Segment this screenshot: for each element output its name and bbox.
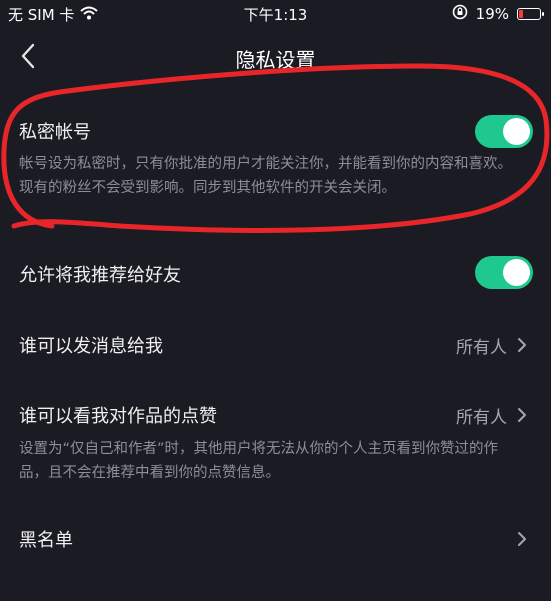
private-account-toggle[interactable]: [475, 115, 533, 148]
who-can-see-likes-value: 所有人: [456, 408, 507, 428]
recommend-to-friends-row: 允许将我推荐给好友: [0, 252, 551, 296]
chevron-right-icon: [515, 530, 529, 548]
status-bar: 无 SIM 卡 下午1:13 19%: [0, 0, 551, 28]
who-can-see-likes-row[interactable]: 谁可以看我对作品的点赞 所有人 设置为“仅自己和作者”时，其他用户将无法从你的个…: [0, 392, 551, 492]
blacklist-row[interactable]: 黑名单: [0, 516, 551, 562]
toggle-knob: [503, 259, 530, 286]
who-can-message-row[interactable]: 谁可以发消息给我 所有人: [0, 322, 551, 368]
blacklist-title: 黑名单: [19, 530, 73, 551]
privacy-settings-screen: 无 SIM 卡 下午1:13 19% 隐私设置 私密帐号 帐号设为私密时，只有你…: [0, 0, 551, 601]
chevron-right-icon: [515, 406, 529, 424]
battery-level-fill: [519, 10, 523, 18]
recommend-to-friends-title: 允许将我推荐给好友: [19, 265, 181, 286]
private-account-row: 私密帐号 帐号设为私密时，只有你批准的用户才能关注你，并能看到你的内容和喜欢。现…: [0, 108, 551, 228]
who-can-see-likes-description: 设置为“仅自己和作者”时，其他用户将无法从你的个人主页看到你赞过的作品，且不会在…: [19, 441, 499, 481]
recommend-to-friends-toggle[interactable]: [475, 256, 533, 289]
battery-percent: 19%: [475, 5, 509, 23]
who-can-message-title: 谁可以发消息给我: [19, 336, 163, 357]
private-account-description: 帐号设为私密时，只有你批准的用户才能关注你，并能看到你的内容和喜欢。现有的粉丝不…: [19, 156, 512, 196]
battery-icon: [517, 8, 544, 20]
page-title: 隐私设置: [235, 48, 316, 72]
rotation-lock-icon: [452, 4, 468, 24]
red-circle-annotation: [1, 63, 550, 233]
chevron-right-icon: [515, 336, 529, 354]
who-can-see-likes-title: 谁可以看我对作品的点赞: [19, 406, 217, 427]
nav-bar: 隐私设置: [0, 30, 551, 82]
private-account-title: 私密帐号: [19, 122, 91, 143]
status-right: 19%: [452, 4, 544, 24]
toggle-knob: [503, 118, 530, 145]
who-can-message-value: 所有人: [456, 338, 507, 358]
